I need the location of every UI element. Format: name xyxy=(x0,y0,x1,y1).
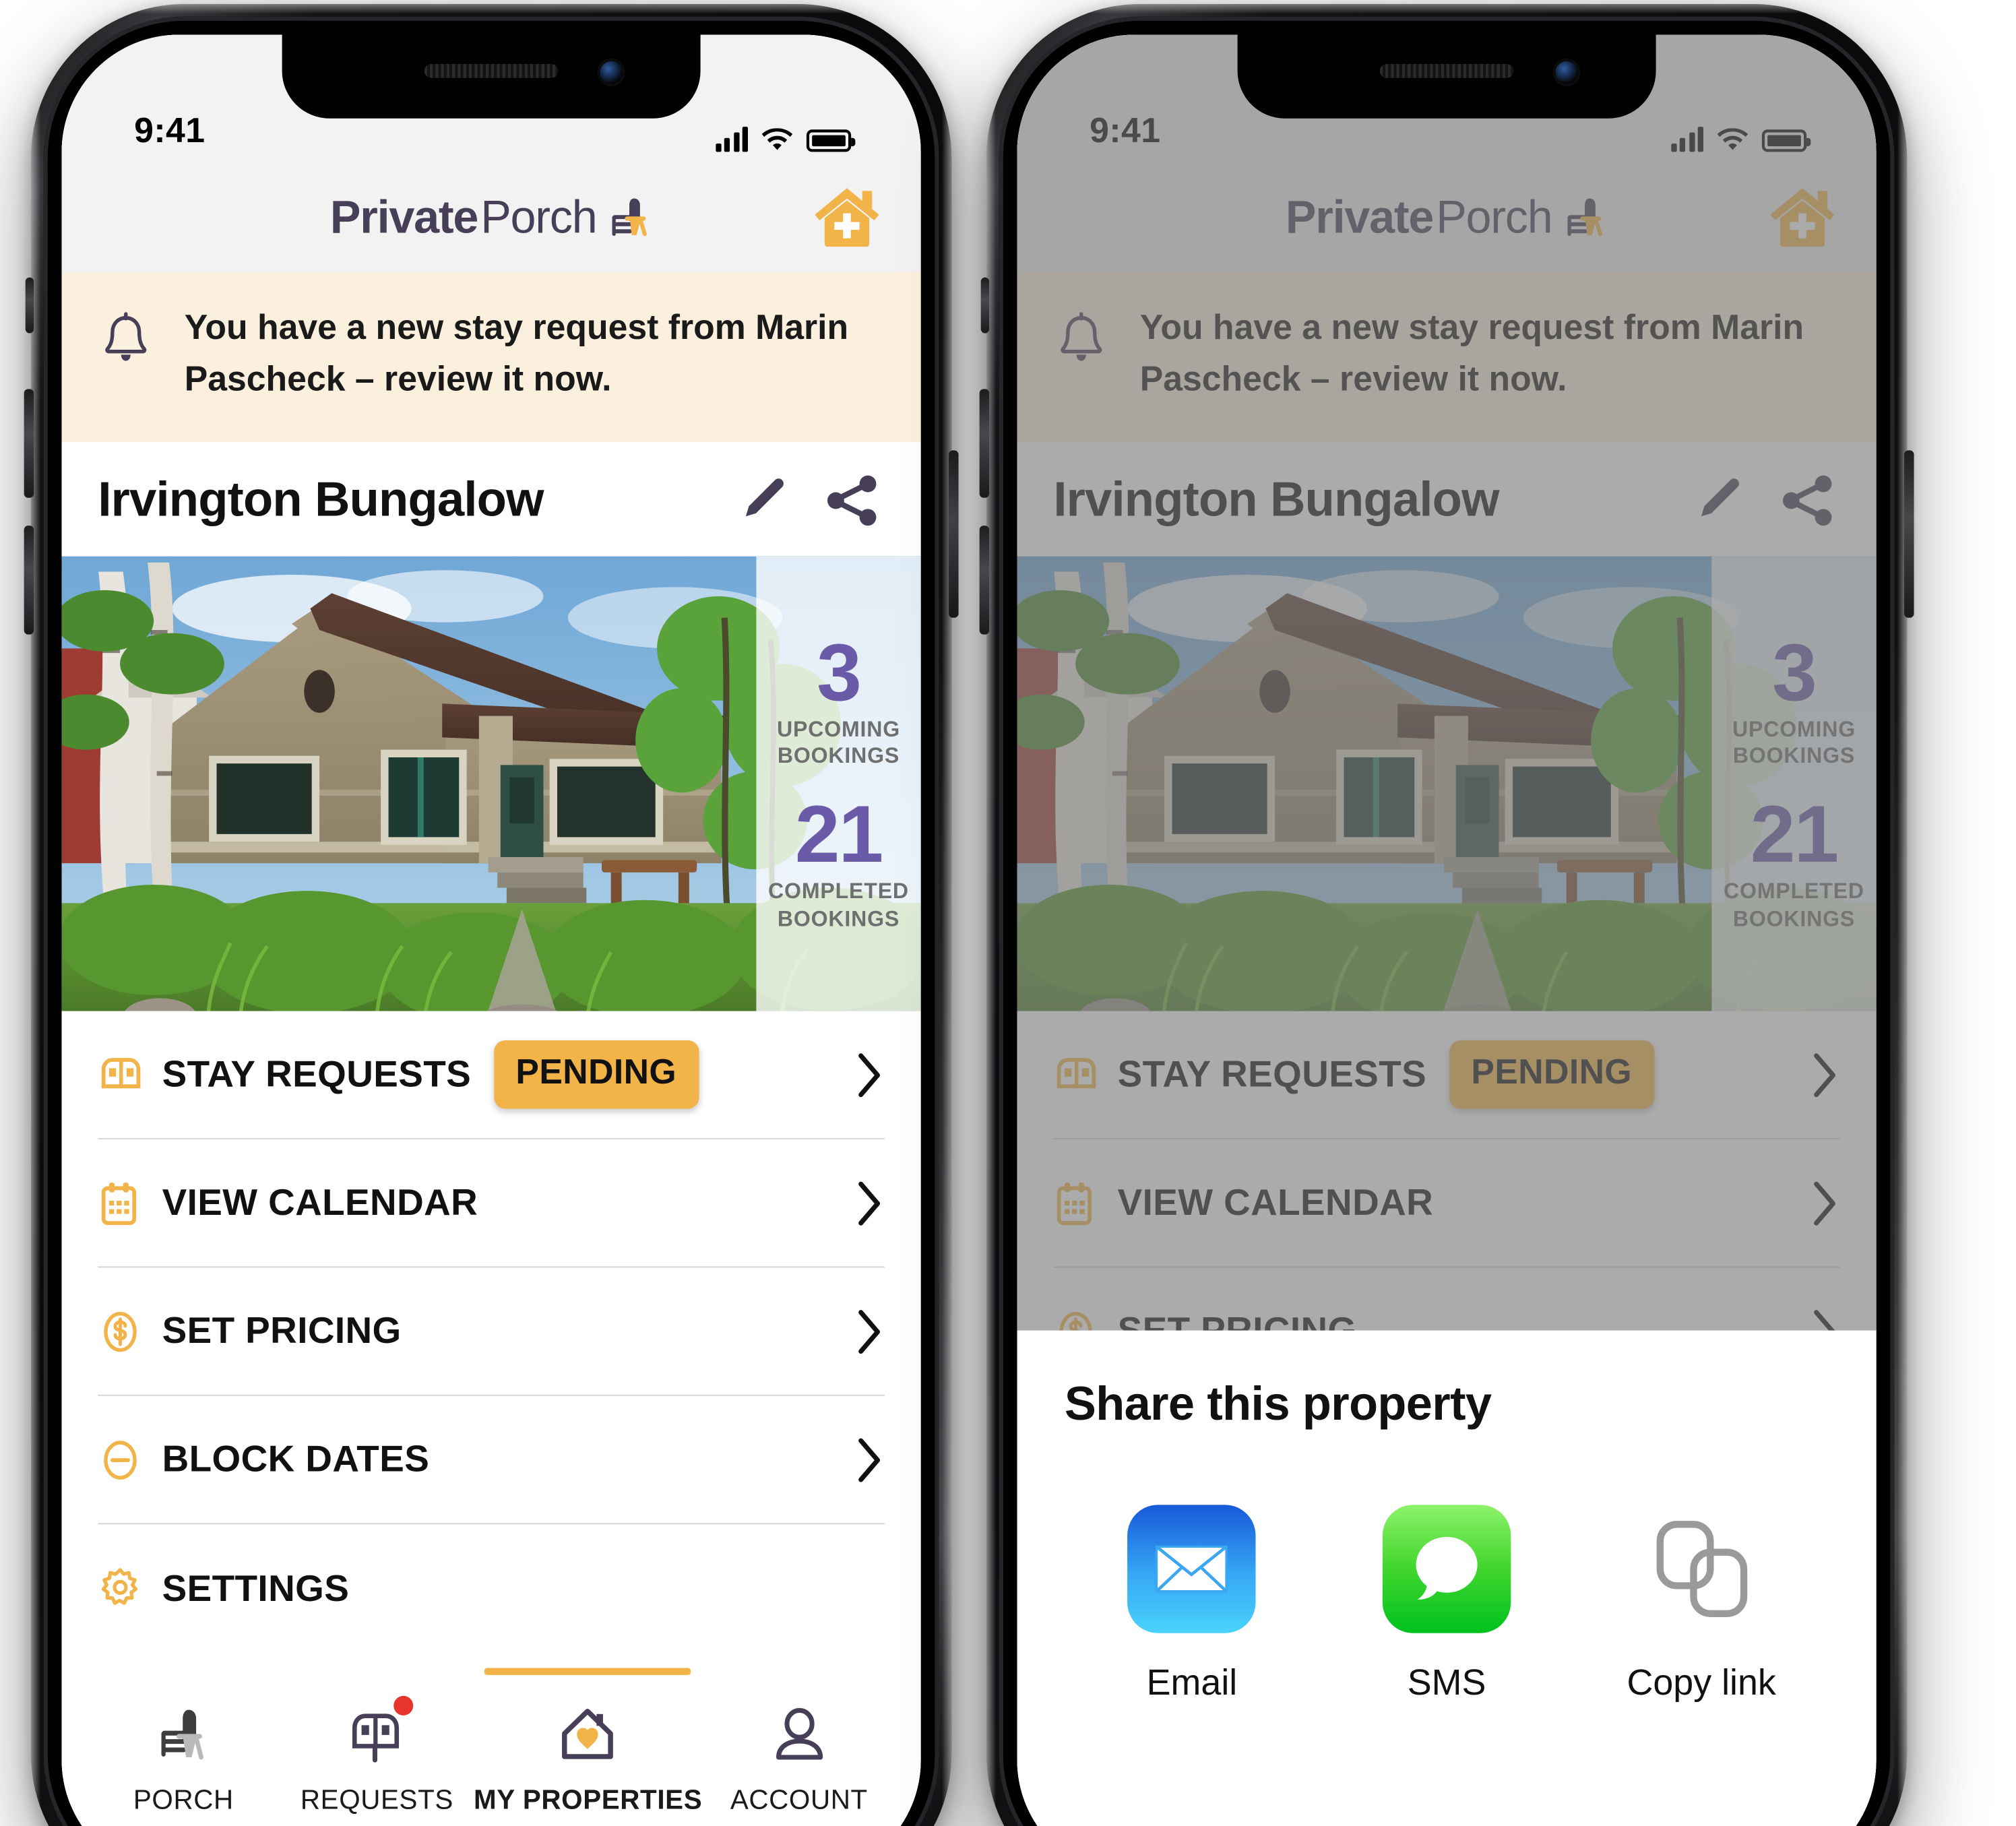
stat-label: COMPLETED BOOKINGS xyxy=(765,879,912,933)
screenshot-canvas: 9:41 Private Porch You have a new stay r… xyxy=(0,0,2016,1826)
page-title: Irvington Bungalow xyxy=(98,472,544,528)
bottom-tab-bar: PORCH REQUESTS MY PROPERTIES ACCOUNT xyxy=(61,1668,921,1826)
tab-label: PORCH xyxy=(133,1785,234,1816)
earpiece-speaker-icon xyxy=(1379,64,1514,78)
menu-item-view-calendar[interactable]: VIEW CALENDAR xyxy=(98,1139,885,1268)
front-camera-icon xyxy=(600,61,623,84)
minus-circle-icon xyxy=(98,1437,162,1482)
chair-icon xyxy=(153,1699,214,1771)
phone-screen-left: 9:41 Private Porch You have a new stay r… xyxy=(61,34,921,1826)
notification-dot xyxy=(393,1695,414,1715)
share-icon[interactable] xyxy=(823,473,882,529)
bell-icon xyxy=(105,312,147,361)
stat-upcoming: 3 UPCOMING BOOKINGS xyxy=(765,627,912,772)
volume-up-button[interactable] xyxy=(979,389,990,498)
share-option-copy-link[interactable]: Copy link xyxy=(1597,1505,1806,1704)
gear-icon xyxy=(98,1566,162,1610)
brand-logo[interactable]: Private Porch xyxy=(330,191,652,244)
tab-requests[interactable]: REQUESTS xyxy=(280,1668,474,1826)
stat-label-line2: BOOKINGS xyxy=(777,907,900,931)
battery-icon xyxy=(806,129,856,152)
share-sheet: Share this property Email SMS Copy link xyxy=(1017,1330,1877,1826)
volume-up-button[interactable] xyxy=(24,389,34,498)
mute-switch[interactable] xyxy=(980,277,990,334)
cellular-signal-icon xyxy=(715,127,748,152)
notch xyxy=(1237,34,1656,119)
stat-label-line1: UPCOMING xyxy=(776,718,901,742)
stat-value: 3 xyxy=(817,627,862,718)
tab-account[interactable]: ACCOUNT xyxy=(702,1668,895,1826)
tab-porch[interactable]: PORCH xyxy=(87,1668,280,1826)
menu-item-block-dates[interactable]: BLOCK DATES xyxy=(98,1396,885,1525)
status-badge[interactable]: PENDING xyxy=(493,1040,699,1109)
stat-label-line2: BOOKINGS xyxy=(777,745,900,769)
app-screen: 9:41 Private Porch You have a new stay r… xyxy=(61,34,921,1826)
property-menu: STAY REQUESTS PENDING xyxy=(61,1011,921,1668)
phone-right: 9:41 Private Porch xyxy=(979,4,1914,1826)
menu-item-label: BLOCK DATES xyxy=(162,1437,430,1480)
tab-label: MY PROPERTIES xyxy=(473,1785,703,1816)
app-bar: Private Porch xyxy=(61,162,921,272)
status-time: 9:41 xyxy=(134,111,206,151)
title-action-group xyxy=(734,473,881,529)
stat-label: UPCOMING BOOKINGS xyxy=(765,717,912,772)
menu-item-stay-requests[interactable]: STAY REQUESTS PENDING xyxy=(98,1011,885,1139)
earpiece-speaker-icon xyxy=(424,64,559,78)
stat-label-line1: COMPLETED xyxy=(768,880,909,904)
property-photo[interactable]: 3 UPCOMING BOOKINGS 21 COMPLETED BOOKING… xyxy=(61,556,921,1011)
brand-name-primary: Private xyxy=(329,191,478,243)
tab-label: ACCOUNT xyxy=(730,1785,868,1816)
chevron-right-icon xyxy=(858,1437,881,1482)
wifi-icon xyxy=(761,128,793,150)
share-option-email[interactable]: Email xyxy=(1088,1505,1297,1704)
home-heart-icon xyxy=(557,1699,619,1771)
mailbox-icon xyxy=(346,1695,414,1771)
notch xyxy=(282,34,701,119)
calendar-icon xyxy=(98,1179,162,1226)
volume-down-button[interactable] xyxy=(979,526,990,635)
share-option-label: Copy link xyxy=(1627,1661,1776,1703)
menu-item-label: SETTINGS xyxy=(162,1567,350,1609)
status-indicators xyxy=(715,127,856,152)
share-option-label: SMS xyxy=(1407,1661,1486,1703)
stat-completed: 21 COMPLETED BOOKINGS xyxy=(765,789,912,933)
tab-label: REQUESTS xyxy=(300,1785,453,1816)
brand-name-secondary: Porch xyxy=(480,191,598,243)
share-option-sms[interactable]: SMS xyxy=(1342,1505,1552,1704)
phone-screen-right: 9:41 Private Porch xyxy=(1017,34,1877,1826)
power-button[interactable] xyxy=(1904,450,1914,618)
menu-item-label: VIEW CALENDAR xyxy=(162,1181,478,1224)
adirondack-chair-icon xyxy=(611,198,646,237)
menu-item-set-pricing[interactable]: SET PRICING xyxy=(98,1267,885,1396)
person-icon xyxy=(768,1699,829,1771)
message-bubble-icon xyxy=(1382,1505,1511,1633)
menu-item-label: STAY REQUESTS xyxy=(162,1052,472,1095)
power-button[interactable] xyxy=(949,450,959,618)
mute-switch[interactable] xyxy=(25,277,34,334)
volume-down-button[interactable] xyxy=(24,526,34,635)
menu-item-settings[interactable]: SETTINGS xyxy=(98,1524,884,1652)
tab-my-properties[interactable]: MY PROPERTIES xyxy=(474,1668,702,1826)
share-options: Email SMS Copy link xyxy=(1065,1505,1829,1704)
add-home-icon[interactable] xyxy=(809,183,885,253)
banner-message: You have a new stay request from Marin P… xyxy=(184,308,849,399)
pencil-icon[interactable] xyxy=(734,473,790,529)
envelope-icon xyxy=(1127,1505,1257,1633)
mailbox-icon xyxy=(98,1052,162,1097)
chevron-right-icon xyxy=(858,1052,881,1097)
front-camera-icon xyxy=(1555,61,1578,84)
share-sheet-title: Share this property xyxy=(1064,1377,1492,1431)
notification-banner[interactable]: You have a new stay request from Marin P… xyxy=(61,272,921,442)
stat-value: 21 xyxy=(794,789,883,880)
menu-item-label: SET PRICING xyxy=(162,1309,402,1352)
property-title-row: Irvington Bungalow xyxy=(61,441,921,557)
link-chain-icon xyxy=(1637,1505,1765,1633)
dollar-circle-icon xyxy=(98,1309,162,1353)
active-tab-indicator xyxy=(484,1668,691,1675)
chevron-right-icon xyxy=(858,1180,881,1225)
share-option-label: Email xyxy=(1146,1661,1238,1703)
booking-stats-panel: 3 UPCOMING BOOKINGS 21 COMPLETED BOOKING… xyxy=(756,556,921,1011)
phone-left: 9:41 Private Porch You have a new stay r… xyxy=(24,4,959,1826)
chevron-right-icon xyxy=(858,1309,881,1354)
